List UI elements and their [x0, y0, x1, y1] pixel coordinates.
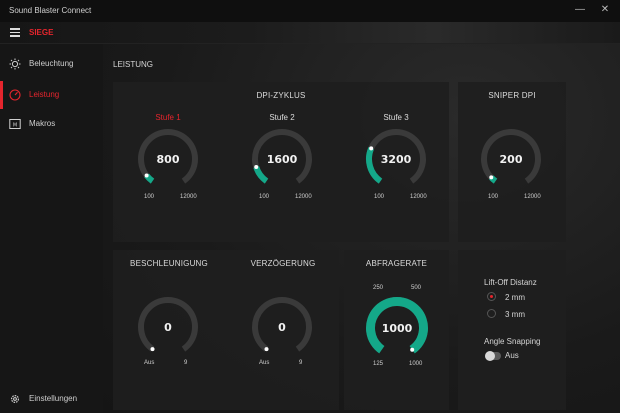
close-icon[interactable]: ✕ — [598, 3, 612, 17]
accel-decel-panel: BESCHLEUNIGUNG 0 Aus 9 VERZÖGERUNG 0 Aus… — [113, 250, 339, 410]
acceleration-title: BESCHLEUNIGUNG — [130, 259, 208, 268]
stage-2-label[interactable]: Stufe 2 — [252, 113, 312, 122]
profile-name[interactable]: SIEGE — [29, 28, 53, 37]
radio-3mm[interactable] — [487, 309, 496, 318]
polling-rate-gauge[interactable]: 1000 — [365, 296, 429, 360]
sidebar-item-beleuchtung[interactable]: Beleuchtung — [0, 50, 103, 78]
sidebar-item-label: Beleuchtung — [29, 59, 74, 68]
sniper-dpi-gauge[interactable]: 200 — [480, 128, 542, 190]
polling-label-1000: 1000 — [409, 361, 423, 367]
polling-label-125: 125 — [373, 361, 384, 367]
gauge-min: Aus — [259, 360, 270, 366]
gauge-min: Aus — [144, 360, 155, 366]
angle-snapping-title: Angle Snapping — [484, 337, 541, 346]
sniper-dpi-panel: SNIPER DPI 200 100 12000 — [458, 82, 566, 242]
gauge-value: 1000 — [381, 322, 413, 335]
minimize-icon[interactable]: — — [573, 3, 587, 17]
dpi-stage-3-gauge[interactable]: 3200 — [365, 128, 427, 190]
hamburger-icon[interactable] — [10, 28, 20, 37]
gauge-min: 100 — [144, 194, 155, 200]
gauge-value: 0 — [278, 321, 286, 334]
dpi-cycle-panel: DPI-ZYKLUS Stufe 1 800 100 12000 Stufe 2… — [113, 82, 449, 242]
sidebar: Beleuchtung Leistung M Makros Einstellun… — [0, 44, 103, 413]
sidebar-item-label: Makros — [29, 119, 56, 128]
stage-1-label[interactable]: Stufe 1 — [138, 113, 198, 122]
main-content: LEISTUNG DPI-ZYKLUS Stufe 1 800 100 1200… — [103, 44, 620, 413]
stage-3-label[interactable]: Stufe 3 — [366, 113, 426, 122]
sidebar-item-label: Einstellungen — [29, 394, 78, 403]
page-title: LEISTUNG — [113, 60, 154, 69]
gauge-value: 800 — [156, 153, 180, 166]
gauge-handle — [144, 173, 149, 178]
bulb-icon — [9, 58, 21, 70]
gauge-handle — [369, 146, 374, 151]
speedometer-icon — [9, 89, 21, 101]
gauge-value: 0 — [164, 321, 172, 334]
gauge-max: 12000 — [410, 194, 427, 200]
svg-text:M: M — [13, 123, 17, 129]
gauge-handle — [150, 347, 155, 352]
app-title: Sound Blaster Connect — [9, 6, 92, 15]
gauge-handle — [489, 175, 494, 180]
gauge-max: 12000 — [524, 194, 541, 200]
radio-label: 2 mm — [505, 293, 525, 302]
dpi-cycle-title: DPI-ZYKLUS — [256, 91, 306, 100]
gauge-value: 200 — [499, 153, 523, 166]
gauge-max: 12000 — [295, 194, 312, 200]
gauge-min: 100 — [488, 194, 499, 200]
polling-rate-title: ABFRAGERATE — [365, 259, 428, 268]
sidebar-item-leistung[interactable]: Leistung — [0, 81, 103, 109]
macro-icon: M — [9, 119, 21, 129]
gauge-min: 100 — [259, 194, 270, 200]
gauge-max: 9 — [299, 360, 303, 366]
liftoff-title: Lift-Off Distanz — [484, 278, 537, 287]
gear-icon — [10, 394, 20, 404]
gauge-handle — [264, 347, 269, 352]
dpi-stage-1-gauge[interactable]: 800 — [137, 128, 199, 190]
deceleration-gauge[interactable]: 0 — [251, 296, 313, 358]
gauge-value: 3200 — [380, 153, 412, 166]
deceleration-title: VERZÖGERUNG — [250, 259, 316, 268]
gauge-value: 1600 — [266, 153, 298, 166]
sidebar-item-einstellungen[interactable]: Einstellungen — [0, 385, 103, 413]
polling-rate-panel: ABFRAGERATE 250 500 1000 125 1000 — [344, 250, 449, 410]
sidebar-item-label: Leistung — [29, 90, 60, 99]
gauge-min: 100 — [374, 194, 385, 200]
sniper-dpi-title: SNIPER DPI — [488, 91, 536, 100]
title-bar: Sound Blaster Connect — ✕ — [0, 0, 620, 22]
gauge-handle — [410, 347, 415, 352]
acceleration-gauge[interactable]: 0 — [137, 296, 199, 358]
radio-2mm[interactable] — [487, 292, 496, 301]
sidebar-item-makros[interactable]: M Makros — [0, 110, 103, 138]
profile-header: SIEGE — [0, 22, 620, 44]
gauge-max: 12000 — [180, 194, 197, 200]
liftoff-panel: Lift-Off Distanz 2 mm 3 mm Angle Snappin… — [458, 250, 566, 410]
angle-snapping-state: Aus — [505, 351, 519, 360]
radio-label: 3 mm — [505, 310, 525, 319]
gauge-max: 9 — [184, 360, 188, 366]
angle-snapping-toggle[interactable] — [485, 351, 501, 361]
dpi-stage-2-gauge[interactable]: 1600 — [251, 128, 313, 190]
polling-label-500: 500 — [411, 285, 422, 291]
gauge-fill — [253, 165, 269, 184]
polling-label-250: 250 — [373, 285, 384, 291]
